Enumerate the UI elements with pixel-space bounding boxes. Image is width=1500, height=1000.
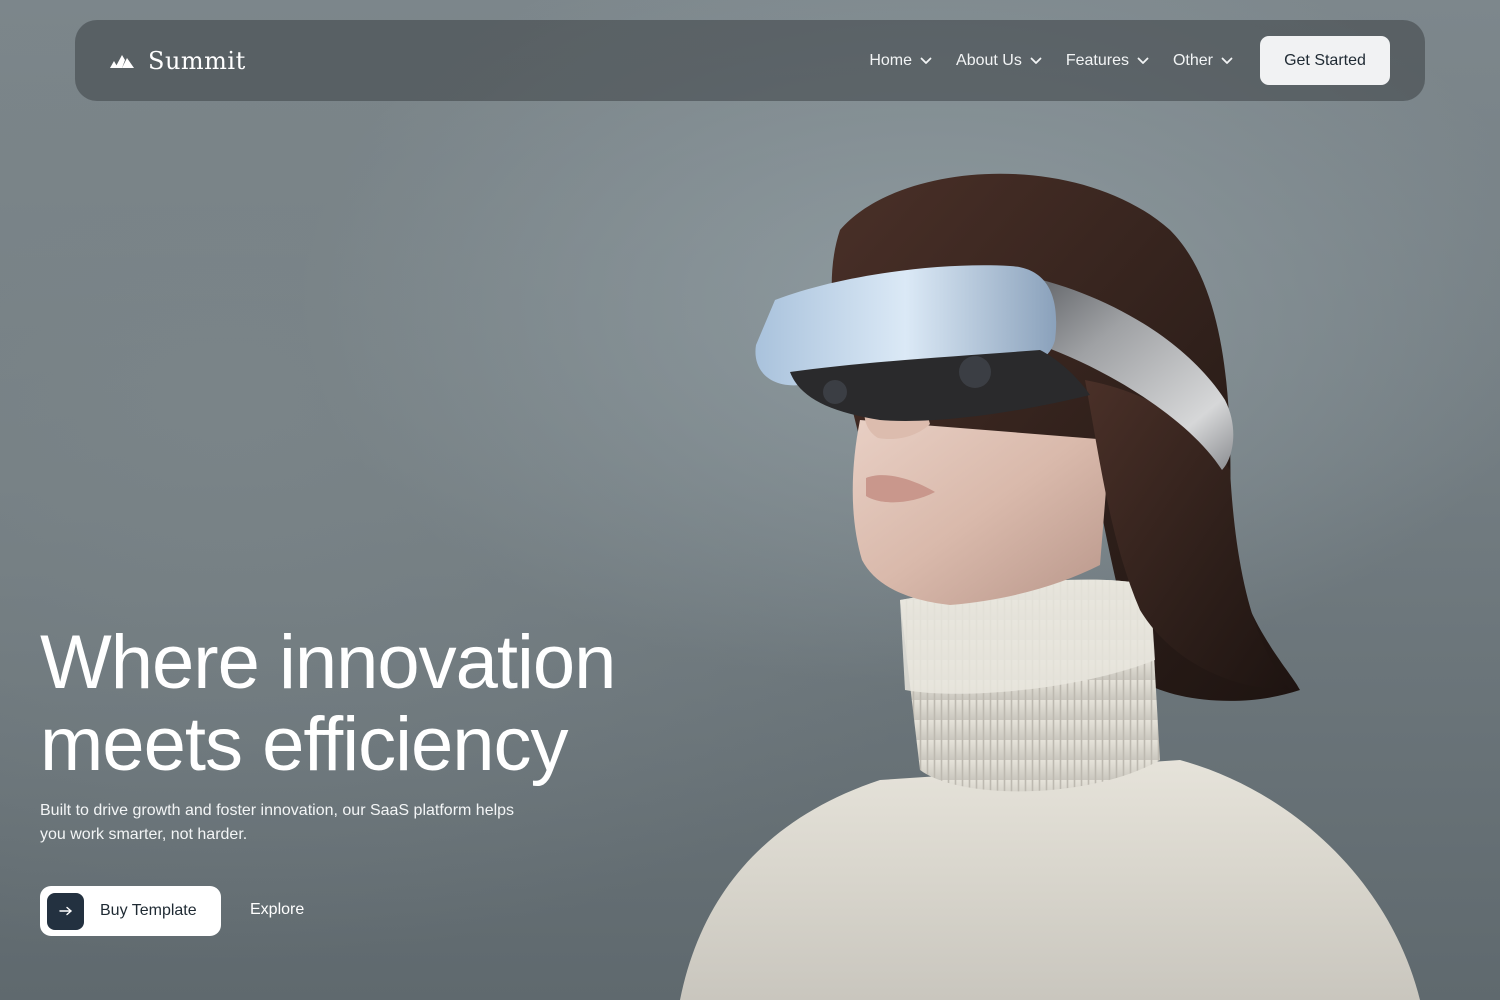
hero-subtitle: Built to drive growth and foster innovat… bbox=[40, 802, 515, 843]
nav-item-about-us[interactable]: About Us bbox=[956, 52, 1042, 70]
brand[interactable]: Summit bbox=[110, 47, 246, 75]
nav-item-label: Home bbox=[869, 51, 913, 69]
nav-item-label: About Us bbox=[956, 51, 1022, 69]
hero-title-line-2: meets efficiency bbox=[40, 702, 569, 787]
hero-title-line-1: Where innovation bbox=[40, 620, 616, 705]
nav-item-label: Other bbox=[1172, 51, 1213, 69]
nav-item-home[interactable]: Home bbox=[869, 52, 932, 70]
brand-name: Summit bbox=[148, 46, 246, 75]
arrow-right-icon bbox=[47, 892, 84, 930]
mountain-logo-icon bbox=[110, 54, 134, 68]
chevron-down-icon bbox=[1137, 57, 1149, 64]
main-nav: Home About Us Features Other Get Started bbox=[869, 36, 1390, 85]
chevron-down-icon bbox=[920, 57, 932, 64]
nav-item-label: Features bbox=[1065, 51, 1129, 69]
get-started-button[interactable]: Get Started bbox=[1260, 36, 1390, 85]
nav-item-features[interactable]: Features bbox=[1066, 52, 1149, 70]
top-navbar: Summit Home About Us Features Other Get … bbox=[75, 20, 1425, 101]
chevron-down-icon bbox=[1221, 57, 1233, 64]
buy-template-button[interactable]: Buy Template bbox=[40, 886, 221, 936]
buy-template-label: Buy Template bbox=[100, 902, 197, 919]
chevron-down-icon bbox=[1030, 57, 1042, 64]
hero-title: Where innovation meets efficiency bbox=[40, 622, 740, 786]
explore-link[interactable]: Explore bbox=[250, 901, 304, 919]
hero-woman-vr-headset-image bbox=[680, 173, 1420, 1000]
nav-item-other[interactable]: Other bbox=[1173, 52, 1233, 70]
